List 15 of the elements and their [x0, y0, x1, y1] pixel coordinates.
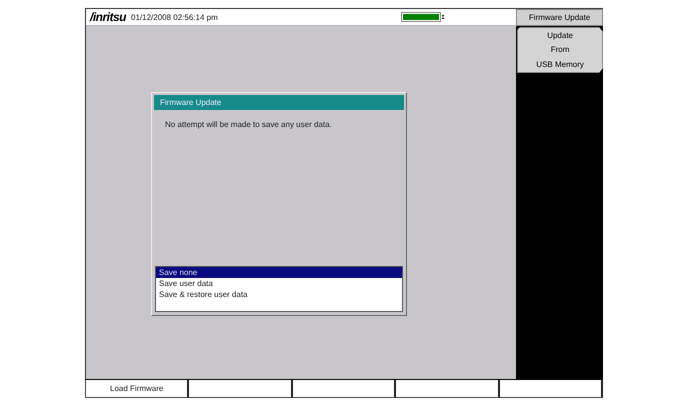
- date-time: 01/12/2008 02:56:14 pm: [131, 12, 218, 22]
- option-item[interactable]: Save user data: [156, 278, 402, 289]
- dialog-message: No attempt will be made to save any user data.: [164, 119, 333, 131]
- logo: /inritsu: [90, 10, 126, 24]
- battery-icon: [400, 12, 445, 22]
- dialog-title: Firmware Update: [154, 95, 404, 110]
- soft-key[interactable]: [189, 380, 293, 398]
- option-item[interactable]: Save none: [156, 267, 402, 278]
- soft-key[interactable]: [396, 380, 500, 398]
- menu-title: Firmware Update: [516, 9, 603, 26]
- soft-key[interactable]: Load Firmware: [85, 380, 190, 398]
- soft-key[interactable]: [292, 380, 396, 398]
- option-item[interactable]: Save & restore user data: [156, 289, 402, 300]
- soft-key[interactable]: [500, 380, 604, 398]
- menu-button[interactable]: Update From USB Memory: [517, 27, 603, 73]
